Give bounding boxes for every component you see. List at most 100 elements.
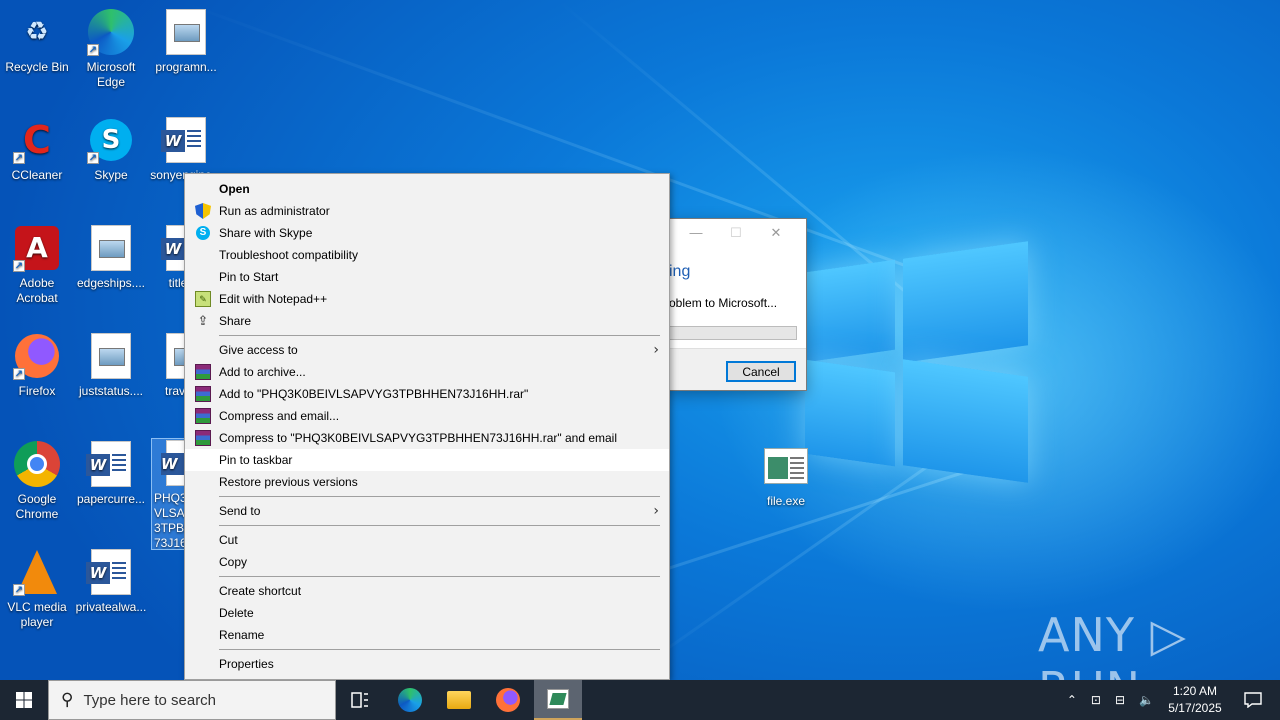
desktop-icon-edge[interactable]: ↗ Microsoft Edge (75, 8, 147, 90)
anyrun-watermark: ANY ▷ RUN (1038, 608, 1187, 680)
menu-item-open[interactable]: Open (185, 178, 669, 200)
taskbar-clock[interactable]: 1:20 AM 5/17/2025 (1160, 683, 1230, 717)
word-document-icon: W (161, 439, 184, 487)
close-icon[interactable]: ✕ (756, 225, 796, 241)
winrar-icon (195, 430, 211, 446)
maximize-icon[interactable]: ☐ (716, 225, 756, 241)
menu-item-properties[interactable]: Properties (185, 653, 669, 675)
submenu-arrow-icon: › (653, 342, 659, 358)
winrar-icon (195, 408, 211, 424)
desktop-icon-recycle-bin[interactable]: ♻ Recycle Bin (1, 8, 73, 75)
menu-item-label: Share (219, 314, 252, 328)
menu-item-label: Compress and email... (219, 409, 340, 423)
menu-item-compress-email[interactable]: Compress and email... (185, 405, 669, 427)
desktop-icon-label: CCleaner (11, 168, 63, 182)
menu-item-label: Share with Skype (219, 226, 313, 240)
menu-item-label: Open (219, 182, 250, 196)
menu-item-copy[interactable]: Copy (185, 551, 669, 573)
menu-item-label: Properties (219, 657, 274, 671)
menu-item-add-to-archive[interactable]: Add to archive... (185, 361, 669, 383)
desktop-icon-juststatus[interactable]: juststatus.... (75, 332, 147, 399)
search-icon: ⚲ (61, 690, 74, 710)
chevron-up-icon[interactable]: ⌃ (1067, 693, 1077, 707)
firefox-icon: ↗ (13, 332, 61, 380)
search-placeholder: Type here to search (83, 691, 217, 709)
menu-item-pin-to-start[interactable]: Pin to Start (185, 266, 669, 288)
menu-item-add-to-rar[interactable]: Add to "PHQ3K0BEIVLSAPVYG3TPBHHEN73J16HH… (185, 383, 669, 405)
desktop-icon-label: Firefox (18, 384, 56, 398)
desktop-icon-label: edgeships.... (76, 276, 146, 290)
taskbar-active-app[interactable] (534, 680, 582, 720)
edge-icon (398, 688, 422, 712)
desktop-icon-label: Google Chrome (15, 492, 59, 521)
volume-icon[interactable]: 🔈 (1139, 693, 1154, 707)
taskbar-file-explorer[interactable] (435, 680, 483, 720)
menu-item-label: Run as administrator (219, 204, 330, 218)
recycle-bin-icon: ♻ (25, 16, 49, 47)
uac-shield-icon (195, 203, 211, 219)
vlc-icon: ↗ (13, 548, 61, 596)
meet-now-icon[interactable]: ⊡ (1091, 693, 1101, 707)
menu-item-rename[interactable]: Rename (185, 624, 669, 646)
desktop-icon-phq3k0-selected[interactable]: W PHQ3K0BEIVLSAPVYG3TPBHHEN73J16HH (151, 438, 185, 550)
word-document-icon: W (86, 440, 135, 488)
network-icon[interactable]: ⊟ (1115, 693, 1125, 707)
image-file-icon (87, 332, 135, 380)
menu-item-label: Send to (219, 504, 261, 518)
progress-bar (669, 326, 797, 340)
start-button[interactable] (0, 680, 48, 720)
menu-item-label: Delete (219, 606, 254, 620)
taskbar: ⚲ Type here to search ⌃ ⊡ ⊟ 🔈 1:20 AM 5/… (0, 680, 1280, 720)
cancel-button[interactable]: Cancel (726, 361, 796, 382)
error-reporting-app-icon (547, 689, 569, 709)
desktop-icon-file-exe[interactable]: file.exe (750, 442, 822, 509)
menu-item-run-as-admin[interactable]: Run as administrator (185, 200, 669, 222)
menu-item-give-access[interactable]: Give access to › (185, 339, 669, 361)
taskbar-firefox[interactable] (484, 680, 532, 720)
acrobat-icon: A ↗ (13, 224, 61, 272)
desktop-icon-acrobat[interactable]: A ↗ Adobe Acrobat (1, 224, 73, 306)
desktop-icon-label: privatealwa... (75, 600, 147, 614)
skype-icon: S (196, 226, 210, 240)
menu-item-compress-rar-email[interactable]: Compress to "PHQ3K0BEIVLSAPVYG3TPBHHEN73… (185, 427, 669, 449)
desktop-icon-chrome[interactable]: Google Chrome (1, 440, 73, 522)
desktop-icon-label: juststatus.... (78, 384, 144, 398)
desktop-icon-edgeships[interactable]: edgeships.... (75, 224, 147, 291)
menu-item-share[interactable]: ⇪ Share (185, 310, 669, 332)
menu-item-send-to[interactable]: Send to › (185, 500, 669, 522)
menu-item-restore-versions[interactable]: Restore previous versions (185, 471, 669, 493)
menu-item-troubleshoot[interactable]: Troubleshoot compatibility (185, 244, 669, 266)
desktop-icon-vlc[interactable]: ↗ VLC media player (1, 548, 73, 630)
task-view-button[interactable] (336, 680, 384, 720)
error-report-dialog[interactable]: — ☐ ✕ ing oblem to Microsoft... Cancel (668, 218, 807, 391)
menu-item-label: Rename (219, 628, 265, 642)
desktop-icon-skype[interactable]: S ↗ Skype (75, 116, 147, 183)
notification-icon (1244, 692, 1262, 708)
menu-item-label: Pin to taskbar (219, 453, 293, 467)
desktop-icon-programn[interactable]: programn... (150, 8, 222, 75)
menu-item-delete[interactable]: Delete (185, 602, 669, 624)
taskbar-search-box[interactable]: ⚲ Type here to search (48, 680, 336, 720)
notification-center-button[interactable] (1238, 680, 1268, 720)
taskbar-edge[interactable] (386, 680, 434, 720)
desktop-icon-privatealwa[interactable]: W privatealwa... (75, 548, 147, 615)
desktop-icon-label: Microsoft Edge (86, 60, 136, 89)
window-controls: — ☐ ✕ (676, 225, 796, 241)
menu-item-label: Cut (219, 533, 238, 547)
notepadpp-icon: ✎ (195, 291, 211, 307)
desktop-icon-papercurre[interactable]: W papercurre... (75, 440, 147, 507)
menu-item-share-with-skype[interactable]: S Share with Skype (185, 222, 669, 244)
menu-item-label: Compress to "PHQ3K0BEIVLSAPVYG3TPBHHEN73… (219, 431, 618, 445)
menu-item-create-shortcut[interactable]: Create shortcut (185, 580, 669, 602)
minimize-icon[interactable]: — (676, 225, 716, 240)
menu-item-pin-to-taskbar[interactable]: Pin to taskbar (185, 449, 669, 471)
menu-item-cut[interactable]: Cut (185, 529, 669, 551)
desktop-icon-firefox[interactable]: ↗ Firefox (1, 332, 73, 399)
word-document-icon: W (161, 116, 210, 164)
desktop-icon-label: programn... (155, 60, 217, 74)
windows-wallpaper-logo (795, 240, 1035, 485)
menu-item-edit-notepadpp[interactable]: ✎ Edit with Notepad++ (185, 288, 669, 310)
desktop-icon-ccleaner[interactable]: C ↗ CCleaner (1, 116, 73, 183)
desktop-icon-label: VLC media player (7, 600, 67, 629)
skype-icon: S ↗ (87, 116, 135, 164)
